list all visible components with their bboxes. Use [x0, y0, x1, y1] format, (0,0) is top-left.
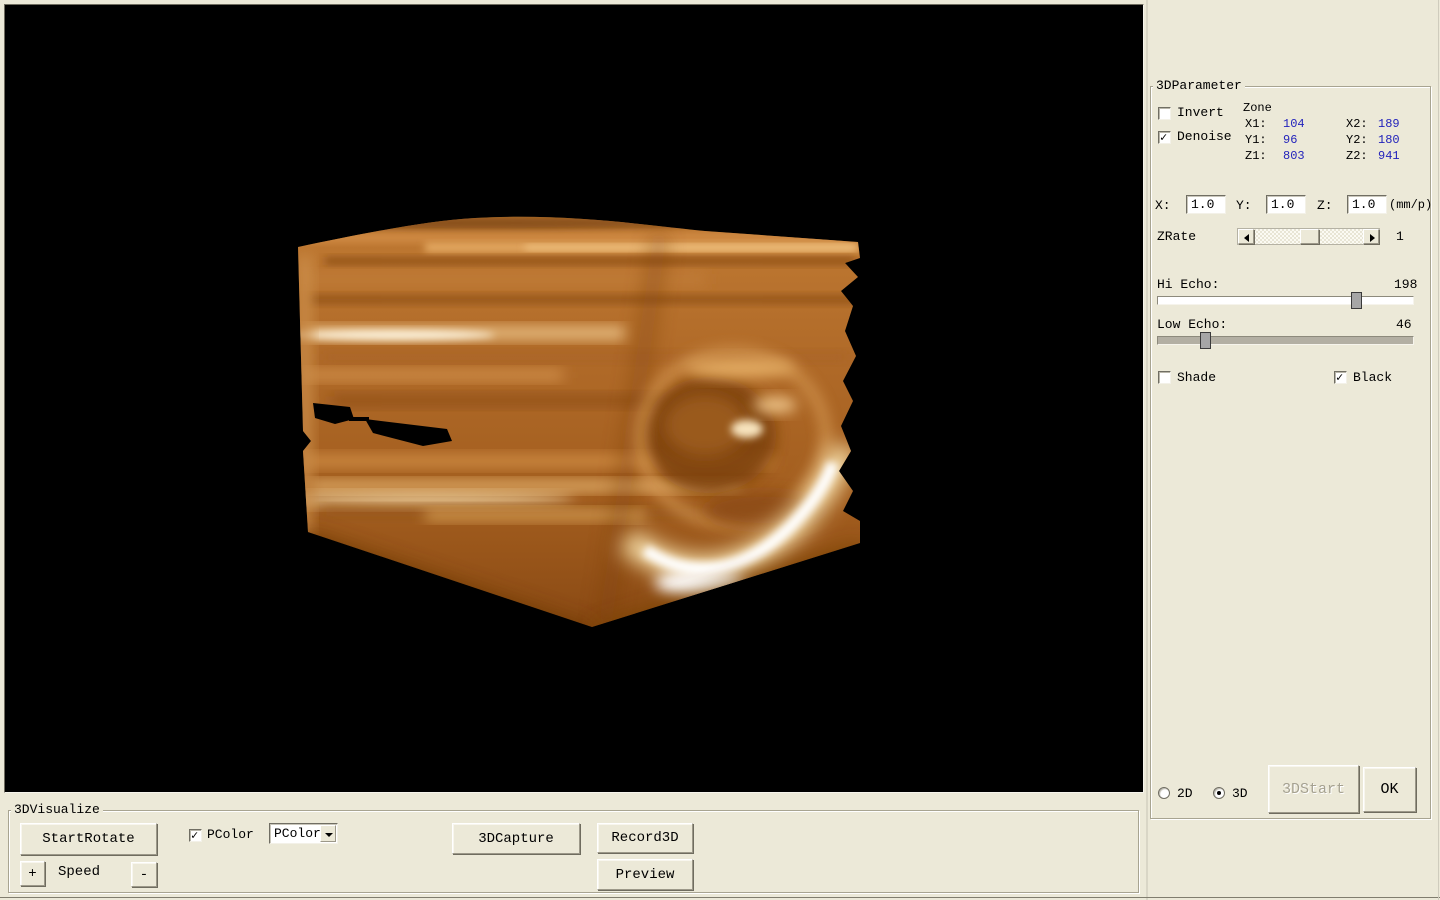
x-scale-input[interactable] — [1186, 195, 1226, 214]
zone-z2-label: Z2: — [1346, 149, 1368, 163]
pcolor-label: PColor — [207, 828, 254, 842]
zrate-thumb[interactable] — [1300, 229, 1319, 244]
zrate-right-arrow[interactable] — [1363, 229, 1379, 244]
shade-label: Shade — [1177, 371, 1216, 385]
start-rotate-button[interactable]: StartRotate — [20, 823, 157, 855]
pcolor-dropdown[interactable]: PColor — [269, 823, 338, 844]
hi-echo-label: Hi Echo: — [1157, 278, 1219, 292]
panel-divider — [1146, 0, 1148, 900]
pcolor-dropdown-button[interactable] — [320, 825, 336, 842]
hi-echo-thumb[interactable] — [1351, 292, 1362, 309]
hi-echo-track[interactable] — [1157, 296, 1414, 305]
zone-title: Zone — [1243, 101, 1272, 115]
pcolor-checkbox[interactable] — [189, 829, 202, 842]
shade-checkbox[interactable] — [1158, 371, 1171, 384]
low-echo-thumb[interactable] — [1200, 332, 1211, 349]
z-scale-input[interactable] — [1347, 195, 1387, 214]
window-border-bottom — [0, 897, 1440, 898]
invert-label: Invert — [1177, 106, 1224, 120]
zrate-value: 1 — [1396, 230, 1404, 244]
low-echo-value: 46 — [1396, 318, 1412, 332]
3dcapture-button[interactable]: 3DCapture — [452, 823, 580, 854]
right-arrow-icon — [1370, 234, 1375, 242]
render-viewport[interactable] — [4, 4, 1144, 793]
denoise-checkbox[interactable] — [1158, 131, 1171, 144]
ok-button[interactable]: OK — [1363, 767, 1416, 812]
mode-2d-label: 2D — [1177, 787, 1193, 801]
low-echo-track[interactable] — [1157, 336, 1414, 345]
speed-label: Speed — [58, 865, 100, 879]
visualize-groupbox-title: 3DVisualize — [11, 803, 103, 816]
z-scale-label: Z: — [1317, 199, 1333, 213]
left-arrow-icon — [1244, 234, 1249, 242]
x-scale-label: X: — [1155, 199, 1171, 213]
y-scale-input[interactable] — [1266, 195, 1306, 214]
speed-plus-button[interactable]: + — [20, 861, 45, 886]
zrate-scrollbar[interactable] — [1237, 228, 1380, 245]
zone-z2-value: 941 — [1378, 149, 1400, 163]
zone-x1-value: 104 — [1283, 117, 1305, 131]
scale-unit-label: (mm/p) — [1389, 198, 1432, 212]
3dstart-button[interactable]: 3DStart — [1268, 765, 1359, 813]
invert-checkbox[interactable] — [1158, 107, 1171, 120]
low-echo-label: Low Echo: — [1157, 318, 1227, 332]
zone-x1-label: X1: — [1245, 117, 1267, 131]
zone-y2-value: 180 — [1378, 133, 1400, 147]
preview-button[interactable]: Preview — [597, 859, 693, 890]
record3d-button[interactable]: Record3D — [597, 823, 693, 853]
app-window: { "window": { "bg_color": "#ece9d8", "vi… — [0, 0, 1440, 900]
pcolor-dropdown-value: PColor — [274, 826, 321, 841]
zone-z1-value: 803 — [1283, 149, 1305, 163]
window-border-right — [1438, 0, 1439, 900]
chevron-down-icon — [325, 833, 333, 837]
black-label: Black — [1353, 371, 1392, 385]
mode-3d-label: 3D — [1232, 787, 1248, 801]
volume-render — [5, 5, 1143, 792]
parameter-groupbox-title: 3DParameter — [1153, 79, 1245, 92]
hi-echo-value: 198 — [1394, 278, 1417, 292]
zone-x2-value: 189 — [1378, 117, 1400, 131]
zone-x2-label: X2: — [1346, 117, 1368, 131]
zone-z1-label: Z1: — [1245, 149, 1267, 163]
zone-y2-label: Y2: — [1346, 133, 1368, 147]
speed-minus-button[interactable]: - — [131, 862, 157, 887]
mode-3d-radio[interactable] — [1213, 787, 1225, 799]
denoise-label: Denoise — [1177, 130, 1232, 144]
zone-y1-value: 96 — [1283, 133, 1297, 147]
black-checkbox[interactable] — [1334, 371, 1347, 384]
zone-y1-label: Y1: — [1245, 133, 1267, 147]
y-scale-label: Y: — [1236, 199, 1252, 213]
zrate-left-arrow[interactable] — [1238, 229, 1254, 244]
zrate-label: ZRate — [1157, 230, 1196, 244]
mode-2d-radio[interactable] — [1158, 787, 1170, 799]
